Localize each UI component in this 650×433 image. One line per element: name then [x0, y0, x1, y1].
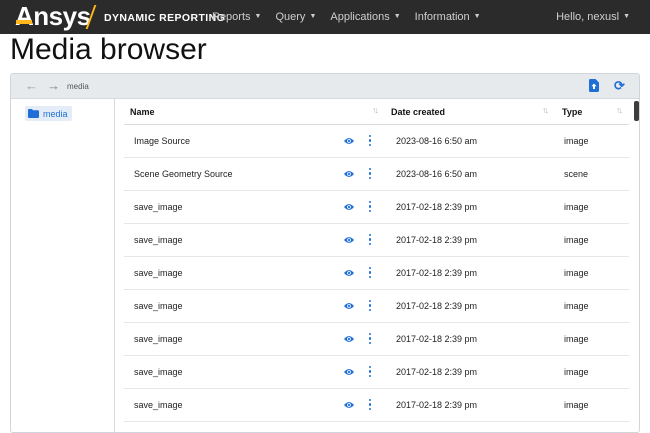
menu-information-label: Information	[414, 11, 470, 23]
caret-down-icon: ▼	[623, 13, 630, 20]
page-title: Media browser	[10, 33, 207, 66]
table-row[interactable]: save_image 2017-02-18 2:39 pm image	[124, 323, 629, 356]
folder-tree: media	[11, 99, 115, 432]
column-header-type[interactable]: Type	[562, 107, 582, 117]
more-options-icon[interactable]	[368, 201, 372, 212]
menu-query[interactable]: Query ▼	[275, 11, 316, 23]
cell-type: image	[564, 202, 589, 212]
column-header-date[interactable]: Date created	[391, 107, 445, 117]
folder-label: media	[43, 108, 68, 119]
cell-date: 2017-02-18 2:39 pm	[396, 235, 478, 245]
current-path: media	[67, 82, 89, 91]
cell-type: image	[564, 136, 589, 146]
sort-icon[interactable]: ↑↓	[542, 105, 549, 115]
eye-icon[interactable]	[344, 203, 354, 211]
cell-date: 2017-02-18 2:39 pm	[396, 301, 478, 311]
cell-type: image	[564, 400, 589, 410]
sort-icon[interactable]: ↑↓	[372, 105, 379, 115]
cell-date: 2023-08-16 6:50 am	[396, 136, 478, 146]
folder-icon	[28, 109, 39, 118]
column-header-name[interactable]: Name	[130, 107, 155, 117]
eye-icon[interactable]	[344, 302, 354, 310]
folder-item-media[interactable]: media	[25, 106, 72, 121]
menu-applications-label: Applications	[330, 11, 390, 23]
caret-down-icon: ▼	[473, 13, 481, 20]
cell-name[interactable]: save_image	[134, 367, 183, 377]
cell-date: 2017-02-18 2:39 pm	[396, 268, 478, 278]
eye-icon[interactable]	[344, 170, 354, 178]
logo-text-rest: nsys	[33, 1, 91, 31]
cell-type: image	[564, 235, 589, 245]
eye-icon[interactable]	[344, 236, 354, 244]
cell-type: image	[564, 334, 589, 344]
menu-information[interactable]: Information ▼	[415, 11, 481, 23]
menu-query-label: Query	[275, 11, 306, 23]
table-row[interactable]: Image Source 2023-08-16 6:50 am image	[124, 125, 629, 158]
user-greeting: Hello, nexusl	[556, 11, 620, 23]
table-row[interactable]: Scene Geometry Source 2023-08-16 6:50 am s…	[124, 158, 629, 191]
cell-date: 2017-02-18 2:39 pm	[396, 202, 478, 212]
table-row[interactable]: save_image 2017-02-18 2:39 pm image	[124, 290, 629, 323]
eye-icon[interactable]	[344, 269, 354, 277]
table-row[interactable]: save_image 2017-02-18 2:39 pm image	[124, 257, 629, 290]
more-options-icon[interactable]	[368, 135, 372, 146]
caret-down-icon: ▼	[254, 13, 262, 20]
cell-name[interactable]: save_image	[134, 400, 183, 410]
table-header: Name ↑↓ Date created ↑↓ Type ↑↓	[124, 99, 629, 125]
more-options-icon[interactable]	[368, 234, 372, 245]
menu-reports[interactable]: Reports ▼	[212, 11, 261, 23]
menu-applications[interactable]: Applications ▼	[330, 11, 400, 23]
cell-name[interactable]: save_image	[134, 235, 183, 245]
sort-icon[interactable]: ↑↓	[616, 105, 623, 115]
forward-arrow-icon[interactable]: →	[47, 78, 60, 93]
more-options-icon[interactable]	[368, 267, 372, 278]
table-row[interactable]: save_image 2017-02-18 2:39 pm image	[124, 389, 629, 422]
user-menu[interactable]: Hello, nexusl ▼	[556, 11, 630, 23]
cell-date: 2023-08-16 6:50 am	[396, 169, 478, 179]
back-arrow-icon[interactable]: ←	[25, 78, 38, 93]
eye-icon[interactable]	[344, 368, 354, 376]
browser-toolbar: ← → media ⟳	[11, 74, 639, 99]
table-row[interactable]: save_image 2017-02-18 2:39 pm image	[124, 356, 629, 389]
eye-icon[interactable]	[344, 335, 354, 343]
cell-name[interactable]: save_image	[134, 301, 183, 311]
scrollbar-thumb[interactable]	[634, 101, 639, 121]
more-options-icon[interactable]	[368, 300, 372, 311]
cell-date: 2017-02-18 2:39 pm	[396, 400, 478, 410]
refresh-icon[interactable]: ⟳	[614, 79, 625, 93]
more-options-icon[interactable]	[368, 399, 372, 410]
cell-type: image	[564, 268, 589, 278]
menu-reports-label: Reports	[212, 11, 251, 23]
cell-name[interactable]: save_image	[134, 334, 183, 344]
main-menu: Reports ▼ Query ▼ Applications ▼ Informatio…	[212, 11, 495, 23]
media-browser-panel: ← → media ⟳ media Name ↑↓ Date created ↑…	[10, 73, 640, 433]
cell-type: scene	[564, 169, 589, 179]
cell-date: 2017-02-18 2:39 pm	[396, 367, 478, 377]
cell-name[interactable]: save_image	[134, 202, 183, 212]
eye-icon[interactable]	[344, 401, 354, 409]
cell-name[interactable]: Scene Geometry Source	[134, 169, 233, 179]
cell-name[interactable]: save_image	[134, 268, 183, 278]
cell-name[interactable]: Image Source	[134, 136, 190, 146]
eye-icon[interactable]	[344, 137, 354, 145]
table-row[interactable]: save_image 2017-02-18 2:39 pm image	[124, 191, 629, 224]
table-row[interactable]: save_image 2017-02-18 2:39 pm image	[124, 224, 629, 257]
more-options-icon[interactable]	[368, 168, 372, 179]
upload-file-icon[interactable]	[589, 79, 599, 92]
cell-date: 2017-02-18 2:39 pm	[396, 334, 478, 344]
top-navbar: Ansys DYNAMIC REPORTING Reports ▼ Query ▼ …	[0, 0, 650, 34]
caret-down-icon: ▼	[309, 13, 317, 20]
more-options-icon[interactable]	[368, 366, 372, 377]
caret-down-icon: ▼	[393, 13, 401, 20]
ansys-logo[interactable]: Ansys	[15, 2, 91, 30]
more-options-icon[interactable]	[368, 333, 372, 344]
product-name: DYNAMIC REPORTING	[104, 12, 226, 24]
cell-type: image	[564, 367, 589, 377]
cell-type: image	[564, 301, 589, 311]
